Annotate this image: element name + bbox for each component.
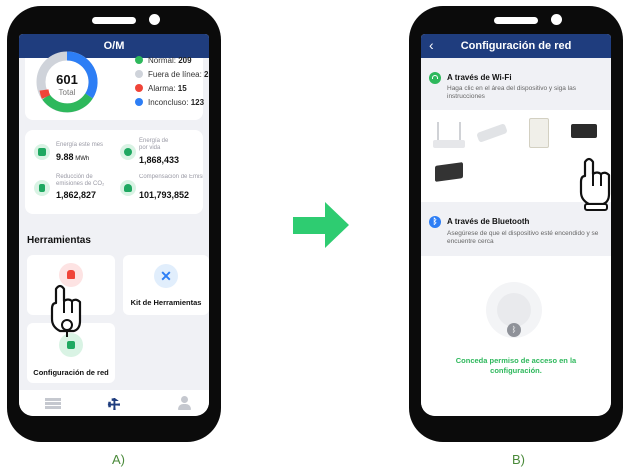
- legend-dot-normal: [135, 56, 143, 64]
- tool-kit-tile[interactable]: ✕ Kit de Herramientas: [123, 255, 209, 315]
- device-dongle[interactable]: [476, 123, 508, 143]
- bottom-nav: ⚒: [19, 390, 209, 416]
- factory-icon: [34, 180, 50, 196]
- list-nav-icon[interactable]: [45, 398, 61, 409]
- summary-card[interactable]: 601 Total Normal: 209 Fuera de línea: 25…: [25, 51, 209, 120]
- device-router[interactable]: [433, 120, 465, 152]
- profile-nav-icon[interactable]: [177, 396, 191, 410]
- bluetooth-title: A través de Bluetooth: [447, 217, 530, 226]
- scan-ripple-inner: [497, 293, 531, 327]
- wrench-screwdriver-icon: ✕: [154, 264, 178, 288]
- donut-total-value: 601: [56, 72, 78, 87]
- calendar-icon: [34, 144, 50, 160]
- stat-value-lifetime: 1,868,433: [139, 155, 180, 165]
- stat-label-lifetime: Energía de por vida: [139, 138, 169, 151]
- stat-value-co2: 1,862,827: [56, 190, 97, 200]
- wifi-icon: [429, 72, 441, 84]
- wrench-nav-icon[interactable]: ⚒: [104, 392, 127, 414]
- screen-a: O/M 601 Total Normal: 209 Fuera de línea…: [19, 34, 209, 416]
- legend-dot-offline: [135, 70, 143, 78]
- phone-b: ‹ Configuración de red A través de Wi-Fi…: [409, 6, 623, 442]
- bluetooth-section: ᛒ A través de Bluetooth Asegúrese de que…: [421, 208, 611, 256]
- page-title: Configuración de red: [460, 40, 572, 52]
- bluetooth-scan-icon: ᛒ: [507, 323, 521, 337]
- bluetooth-subtitle: Asegúrese de que el dispositivo esté enc…: [447, 230, 599, 245]
- phone-camera: [149, 14, 160, 25]
- device-microinverter[interactable]: [571, 124, 597, 138]
- phone-a: O/M 601 Total Normal: 209 Fuera de línea…: [7, 6, 221, 442]
- back-icon[interactable]: ‹: [429, 34, 434, 56]
- caption-b: B): [512, 452, 525, 467]
- pointing-hand-icon: [50, 284, 82, 337]
- phone-speaker: [494, 17, 538, 24]
- energy-icon: [120, 144, 136, 160]
- legend-dot-incomplete: [135, 98, 143, 106]
- stat-label-compensation: Compensación de Emisiones d...: [139, 174, 203, 180]
- device-battery[interactable]: [435, 162, 463, 182]
- tree-icon: [120, 180, 136, 196]
- bluetooth-scan-area: ᛒ Conceda permiso de acceso en la config…: [421, 256, 611, 416]
- screen-b: ‹ Configuración de red A través de Wi-Fi…: [421, 34, 611, 416]
- wifi-subtitle: Haga clic en el área del dispositivo y s…: [447, 85, 576, 100]
- network-config-label: Configuración de red: [33, 368, 109, 377]
- phone-camera: [551, 14, 562, 25]
- caption-a: A): [112, 452, 125, 467]
- tools-heading: Herramientas: [27, 235, 91, 246]
- donut-total-label: Total: [58, 88, 76, 97]
- tool-kit-label: Kit de Herramientas: [130, 298, 202, 307]
- bluetooth-icon: ᛒ: [429, 216, 441, 228]
- device-meter[interactable]: [529, 118, 549, 148]
- stat-value-compensation: 101,793,852: [139, 190, 190, 200]
- header-bar: ‹ Configuración de red: [421, 34, 611, 58]
- right-arrow-icon: [293, 202, 349, 248]
- legend-dot-alarm: [135, 84, 143, 92]
- legend-normal: Normal: 209: [135, 56, 192, 65]
- stats-card: Energía este mes 9.88 MWh Energía de por…: [25, 130, 203, 214]
- stat-label-month: Energía este mes: [56, 142, 104, 148]
- stat-value-month: 9.88 MWh: [56, 152, 90, 162]
- legend-alarm: Alarma: 15: [135, 84, 187, 93]
- wifi-section: A través de Wi-Fi Haga clic en el área d…: [421, 58, 611, 110]
- wifi-title: A través de Wi-Fi: [447, 73, 512, 82]
- permission-text[interactable]: Conceda permiso de acceso en la configur…: [451, 356, 581, 376]
- legend-incomplete: Inconcluso: 123: [135, 98, 204, 107]
- phone-speaker: [92, 17, 136, 24]
- pointing-hand-icon: [579, 157, 611, 211]
- stat-label-co2: Reducción de emisiones de CO₂: [56, 174, 105, 187]
- legend-offline: Fuera de línea: 254: [135, 70, 209, 79]
